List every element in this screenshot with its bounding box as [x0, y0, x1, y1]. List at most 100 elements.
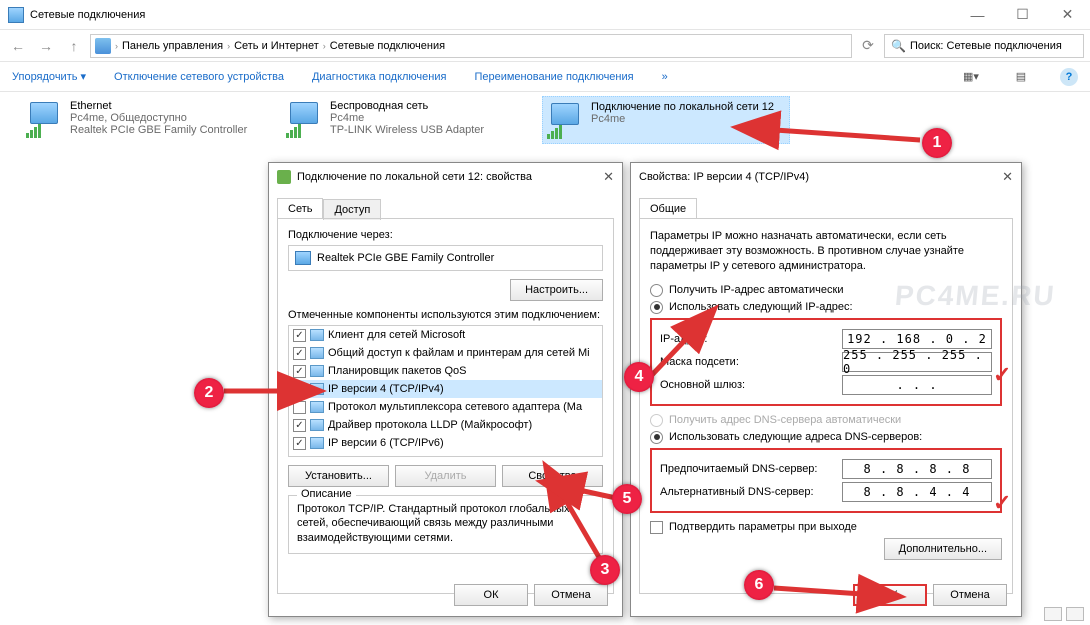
- search-placeholder: Поиск: Сетевые подключения: [910, 40, 1062, 52]
- annotation-marker-5: 5: [612, 484, 642, 514]
- connection-status: Pc4me, Общедоступно: [70, 112, 247, 124]
- validate-on-exit-checkbox[interactable]: Подтвердить параметры при выходе: [650, 521, 1002, 534]
- connection-adapter: TP-LINK Wireless USB Adapter: [330, 124, 484, 136]
- chevron-right-icon: ›: [321, 41, 328, 51]
- radio-manual-dns[interactable]: Использовать следующие адреса DNS-сервер…: [650, 431, 1002, 444]
- checkbox[interactable]: [293, 383, 306, 396]
- search-icon: 🔍: [891, 39, 906, 53]
- network-adapter-icon: [26, 102, 62, 138]
- radio-manual-ip[interactable]: Использовать следующий IP-адрес:: [650, 301, 1002, 314]
- list-item[interactable]: Клиент для сетей Microsoft: [289, 326, 602, 344]
- minimize-button[interactable]: —: [955, 0, 1000, 30]
- checkbox[interactable]: [293, 437, 306, 450]
- intro-text: Параметры IP можно назначать автоматичес…: [650, 229, 1002, 274]
- connection-adapter: Pc4me: [591, 113, 774, 125]
- checkbox[interactable]: [293, 347, 306, 360]
- back-button[interactable]: ←: [6, 34, 30, 58]
- dns-fields-group: Предпочитаемый DNS-сервер:8 . 8 . 8 . 8 …: [650, 448, 1002, 513]
- view-button[interactable]: ▦▾: [960, 66, 982, 88]
- ipv4-properties-dialog: Свойства: IP версии 4 (TCP/IPv4) ✕ Общие…: [630, 162, 1022, 617]
- statusbar-view-icons[interactable]: [1044, 607, 1084, 621]
- checkbox[interactable]: [293, 329, 306, 342]
- radio-auto-ip[interactable]: Получить IP-адрес автоматически: [650, 284, 1002, 297]
- radio-icon: [650, 414, 663, 427]
- dialog-title: Свойства: IP версии 4 (TCP/IPv4): [639, 171, 809, 183]
- remove-button: Удалить: [395, 465, 496, 487]
- disable-device-link[interactable]: Отключение сетевого устройства: [114, 71, 284, 83]
- connection-name: Ethernet: [70, 100, 247, 112]
- address-bar: ← → ↑ › Панель управления › Сеть и Интер…: [0, 30, 1090, 62]
- checkbox[interactable]: [293, 365, 306, 378]
- component-icon: [310, 383, 324, 395]
- description-text: Протокол TCP/IP. Стандартный протокол гл…: [297, 502, 594, 545]
- tab-panel-general: Параметры IP можно назначать автоматичес…: [639, 218, 1013, 594]
- list-item-ipv4[interactable]: IP версии 4 (TCP/IPv4): [289, 380, 602, 398]
- cancel-button[interactable]: Отмена: [534, 584, 608, 606]
- close-icon[interactable]: ✕: [603, 169, 614, 185]
- connection-item-ethernet[interactable]: Ethernet Pc4me, Общедоступно Realtek PCI…: [22, 96, 270, 144]
- install-button[interactable]: Установить...: [288, 465, 389, 487]
- mask-input[interactable]: 255 . 255 . 255 . 0: [842, 352, 992, 372]
- checkbox[interactable]: [650, 521, 663, 534]
- window-title: Сетевые подключения: [30, 9, 145, 21]
- up-button[interactable]: ↑: [62, 34, 86, 58]
- organize-menu[interactable]: Упорядочить ▾: [12, 70, 86, 83]
- breadcrumb-item[interactable]: Сетевые подключения: [330, 40, 445, 52]
- breadcrumb-item[interactable]: Панель управления: [122, 40, 223, 52]
- dns1-input[interactable]: 8 . 8 . 8 . 8: [842, 459, 992, 479]
- gateway-input[interactable]: . . .: [842, 375, 992, 395]
- adapter-icon: [295, 251, 311, 265]
- radio-icon: [650, 301, 663, 314]
- refresh-button[interactable]: ⟳: [856, 34, 880, 58]
- adapter-field[interactable]: Realtek PCIe GBE Family Controller: [288, 245, 603, 271]
- configure-button[interactable]: Настроить...: [510, 279, 603, 301]
- maximize-button[interactable]: ☐: [1000, 0, 1045, 30]
- search-input[interactable]: 🔍 Поиск: Сетевые подключения: [884, 34, 1084, 58]
- close-icon[interactable]: ✕: [1002, 169, 1013, 185]
- more-link[interactable]: »: [662, 71, 668, 83]
- annotation-arrow-2: [222, 384, 292, 398]
- checkbox[interactable]: [293, 401, 306, 414]
- dialog-titlebar: Подключение по локальной сети 12: свойст…: [269, 163, 622, 191]
- diagnose-link[interactable]: Диагностика подключения: [312, 71, 446, 83]
- connection-item-local12[interactable]: Подключение по локальной сети 12 Pc4me: [542, 96, 790, 144]
- network-adapter-icon: [286, 102, 322, 138]
- tab-general[interactable]: Общие: [639, 198, 697, 219]
- radio-icon: [650, 431, 663, 444]
- list-item[interactable]: Драйвер протокола LLDP (Майкрософт): [289, 416, 602, 434]
- components-label: Отмеченные компоненты используются этим …: [288, 309, 603, 321]
- dns2-label: Альтернативный DNS-сервер:: [660, 486, 842, 498]
- help-button[interactable]: ?: [1060, 68, 1078, 86]
- list-item[interactable]: IP версии 6 (TCP/IPv6): [289, 434, 602, 452]
- ip-input[interactable]: 192 . 168 . 0 . 2: [842, 329, 992, 349]
- tab-access[interactable]: Доступ: [323, 199, 381, 220]
- list-item[interactable]: Планировщик пакетов QoS: [289, 362, 602, 380]
- ok-button[interactable]: ОК: [454, 584, 528, 606]
- tab-strip: Общие: [631, 191, 1021, 218]
- preview-pane-button[interactable]: ▤: [1010, 66, 1032, 88]
- dns2-input[interactable]: 8 . 8 . 4 . 4: [842, 482, 992, 502]
- connection-item-wireless[interactable]: Беспроводная сеть Pc4me TP-LINK Wireless…: [282, 96, 530, 144]
- advanced-button[interactable]: Дополнительно...: [884, 538, 1002, 560]
- close-button[interactable]: ✕: [1045, 0, 1090, 30]
- tab-network[interactable]: Сеть: [277, 198, 323, 219]
- forward-button: →: [34, 34, 58, 58]
- description-legend: Описание: [297, 488, 356, 500]
- connect-using-label: Подключение через:: [288, 229, 603, 241]
- annotation-arrow-4: [648, 332, 698, 382]
- list-item[interactable]: Протокол мультиплексора сетевого адаптер…: [289, 398, 602, 416]
- annotation-check-icon: ✓: [993, 490, 1011, 516]
- breadcrumb[interactable]: › Панель управления › Сеть и Интернет › …: [90, 34, 852, 58]
- annotation-check-icon: ✓: [993, 362, 1011, 388]
- components-list[interactable]: Клиент для сетей Microsoft Общий доступ …: [288, 325, 603, 457]
- breadcrumb-item[interactable]: Сеть и Интернет: [234, 40, 319, 52]
- component-icon: [310, 419, 324, 431]
- list-item[interactable]: Общий доступ к файлам и принтерам для се…: [289, 344, 602, 362]
- rename-link[interactable]: Переименование подключения: [474, 71, 633, 83]
- component-icon: [310, 437, 324, 449]
- window-titlebar: Сетевые подключения — ☐ ✕: [0, 0, 1090, 30]
- checkbox[interactable]: [293, 419, 306, 432]
- dialog-title: Подключение по локальной сети 12: свойст…: [297, 171, 532, 183]
- tab-strip: Сеть Доступ: [269, 191, 622, 218]
- cancel-button[interactable]: Отмена: [933, 584, 1007, 606]
